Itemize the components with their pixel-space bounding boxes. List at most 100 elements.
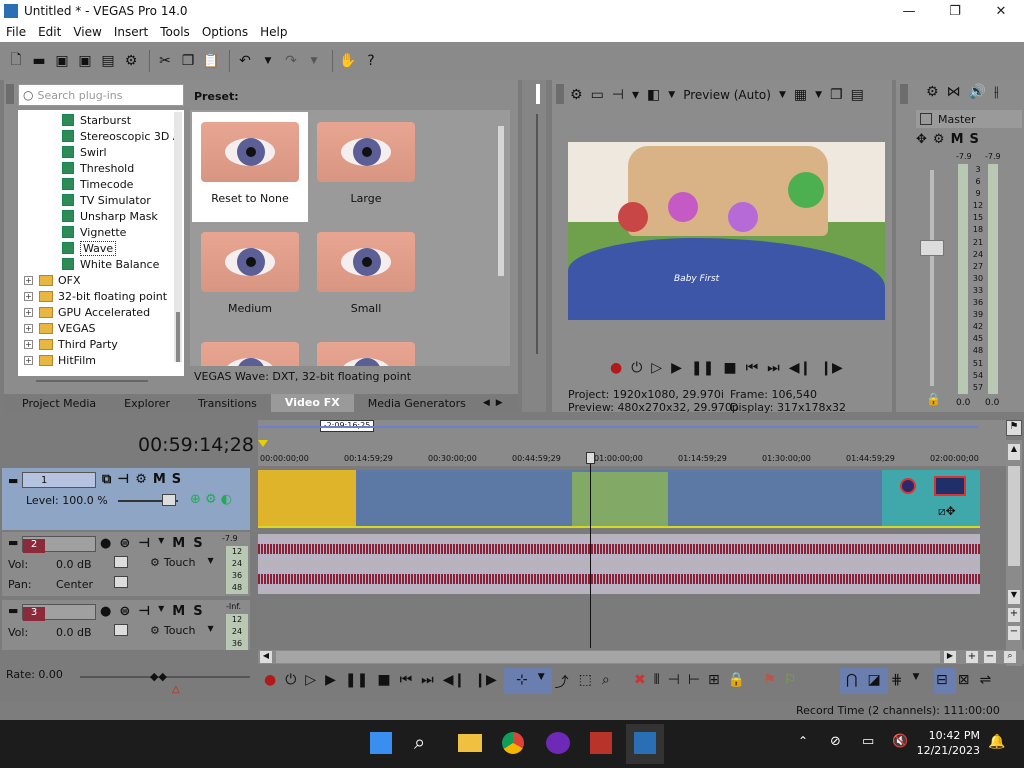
- crop-icon[interactable]: ⧄✥: [938, 504, 956, 519]
- menu-help[interactable]: Help: [254, 25, 293, 39]
- automation-mode[interactable]: ⚙ Touch ▼: [150, 624, 214, 637]
- chevron-down-icon[interactable]: ▼: [538, 672, 545, 692]
- list-item[interactable]: Vignette: [18, 224, 184, 240]
- prev-frame-icon[interactable]: ◀❙: [443, 672, 466, 688]
- list-item[interactable]: Unsharp Mask: [18, 208, 184, 224]
- ripple-icon[interactable]: ⋕: [891, 672, 903, 688]
- list-item[interactable]: Starburst: [18, 112, 184, 128]
- go-to-end-icon[interactable]: ⏭: [767, 360, 780, 376]
- vol-slider-thumb[interactable]: [114, 624, 128, 636]
- master-fader[interactable]: [920, 240, 944, 256]
- master-solo-button[interactable]: S: [970, 132, 979, 147]
- pause-icon[interactable]: ❚❚: [691, 360, 714, 376]
- expand-icon[interactable]: +: [24, 323, 33, 333]
- chevron-down-icon[interactable]: ▼: [258, 51, 278, 71]
- collapse-icon[interactable]: ▬: [8, 474, 18, 487]
- gear-icon[interactable]: ⚙: [933, 132, 945, 147]
- search-input[interactable]: Search plug-ins: [37, 89, 122, 102]
- arm-record-icon[interactable]: ●: [100, 536, 111, 551]
- preset-item[interactable]: [308, 332, 424, 366]
- save-as-icon[interactable]: ▣: [75, 51, 95, 71]
- ignore-grouping-icon[interactable]: ⊠: [958, 672, 970, 688]
- auto-crossfade-icon[interactable]: ◪: [867, 672, 880, 688]
- pan-slider-thumb[interactable]: [114, 576, 128, 588]
- split-screen-icon[interactable]: ⊣: [612, 87, 624, 103]
- tab-project-media[interactable]: Project Media: [4, 397, 110, 410]
- expand-icon[interactable]: +: [24, 339, 33, 349]
- chevron-down-icon[interactable]: ▼: [912, 672, 919, 688]
- arm-record-icon[interactable]: ●: [100, 604, 111, 619]
- fx-icon[interactable]: ⊣: [138, 536, 150, 551]
- app-mask-icon[interactable]: [546, 732, 570, 754]
- go-to-start-icon[interactable]: ⏮: [400, 672, 413, 688]
- master-mute-button[interactable]: M: [951, 132, 964, 147]
- menu-tools[interactable]: Tools: [154, 25, 196, 39]
- panel-splitter[interactable]: [522, 80, 546, 412]
- gear-icon[interactable]: ⚙: [570, 87, 583, 103]
- mute-button[interactable]: M: [153, 472, 166, 487]
- folder-item[interactable]: + Third Party: [18, 336, 184, 352]
- network-icon[interactable]: ⊘: [830, 734, 841, 749]
- playhead-cursor[interactable]: [590, 452, 591, 648]
- marker-icon[interactable]: ⚑: [763, 672, 776, 688]
- solo-button[interactable]: S: [193, 536, 202, 551]
- event-fx-icon[interactable]: [934, 476, 966, 496]
- render-icon[interactable]: ▤: [98, 51, 118, 71]
- menu-view[interactable]: View: [67, 25, 107, 39]
- video-event-clip[interactable]: [258, 470, 356, 528]
- move-icon[interactable]: ✥: [916, 132, 927, 147]
- minimize-button[interactable]: —: [886, 0, 932, 22]
- marker-bar-icon[interactable]: ⚑: [1006, 420, 1022, 436]
- chevron-left-icon[interactable]: ◀: [480, 398, 493, 408]
- zoom-tool-icon[interactable]: ⌕: [602, 672, 610, 692]
- solo-button[interactable]: S: [193, 604, 202, 619]
- event-fx-icon[interactable]: ⇌: [979, 672, 991, 688]
- preset-item[interactable]: [192, 332, 308, 366]
- invert-phase-icon[interactable]: ⊜: [119, 604, 130, 619]
- tab-explorer[interactable]: Explorer: [110, 397, 184, 410]
- panel-grip[interactable]: [900, 84, 908, 104]
- file-explorer-icon[interactable]: [458, 734, 482, 752]
- trim-icon[interactable]: ⫴: [654, 672, 660, 688]
- tab-media-generators[interactable]: Media Generators: [354, 397, 480, 410]
- preset-medium[interactable]: Medium: [192, 222, 308, 332]
- preset-reset-to-none[interactable]: Reset to None: [192, 112, 308, 222]
- downmix-icon[interactable]: ⋈: [947, 84, 961, 100]
- overlay-grid-icon[interactable]: ▦: [794, 87, 807, 103]
- speaker-icon[interactable]: 🔊: [969, 84, 986, 100]
- meter-options-icon[interactable]: ⫲: [994, 84, 999, 100]
- menu-options[interactable]: Options: [196, 25, 254, 39]
- solo-button[interactable]: S: [172, 472, 181, 487]
- play-from-start-icon[interactable]: ▷: [305, 672, 316, 688]
- record-icon[interactable]: ●: [610, 360, 622, 376]
- stop-icon[interactable]: ■: [723, 360, 736, 376]
- preview-quality-dropdown[interactable]: Preview (Auto): [683, 88, 771, 102]
- folder-item[interactable]: +32-bit floating point: [18, 288, 184, 304]
- search-plugins-field[interactable]: ○ Search plug-ins: [18, 84, 184, 106]
- plugin-hand-icon[interactable]: ✋: [338, 51, 358, 71]
- expand-icon[interactable]: +: [24, 291, 33, 301]
- new-file-icon[interactable]: 🗋: [6, 51, 26, 71]
- normal-edit-tool-icon[interactable]: ⊹: [516, 672, 528, 692]
- list-item-selected[interactable]: Wave: [18, 240, 184, 256]
- expand-icon[interactable]: +: [24, 355, 33, 365]
- cut-icon[interactable]: ✂: [155, 51, 175, 71]
- preset-large[interactable]: Large: [308, 112, 424, 222]
- winrar-icon[interactable]: [590, 732, 612, 754]
- loop-region-bar[interactable]: [258, 426, 978, 428]
- prev-frame-icon[interactable]: ◀❙: [789, 360, 812, 376]
- chevron-down-icon[interactable]: ▼: [815, 90, 822, 100]
- help-icon[interactable]: ?: [361, 51, 381, 71]
- chevron-right-icon[interactable]: ▶: [493, 398, 506, 408]
- play-icon[interactable]: ▶: [671, 360, 682, 376]
- trim-end-icon[interactable]: ⊢: [688, 672, 700, 688]
- track-header-video[interactable]: ▬ 1 ⧉ ⊣ ⚙ M S Level: 100.0 % ⊕ ⚙ ◐: [2, 468, 250, 530]
- event-pan-crop-icon[interactable]: [900, 478, 916, 494]
- expand-icon[interactable]: +: [24, 307, 33, 317]
- split-icon[interactable]: ⊞: [708, 672, 720, 688]
- pause-icon[interactable]: ❚❚: [345, 672, 368, 688]
- panel-grip[interactable]: [556, 84, 564, 104]
- chevron-down-icon[interactable]: ▼: [158, 604, 164, 619]
- loop-icon[interactable]: ⏻: [285, 672, 296, 688]
- split-view-icon[interactable]: ◧: [647, 87, 660, 103]
